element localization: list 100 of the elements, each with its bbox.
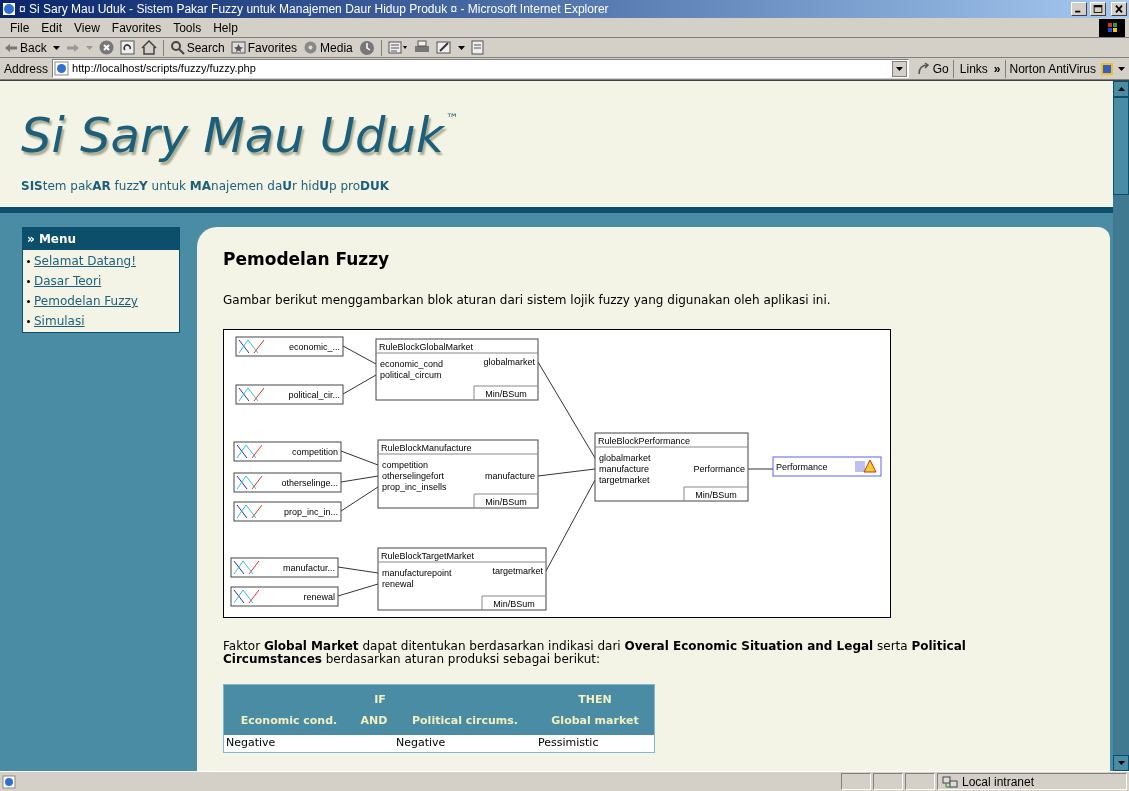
dropdown-arrow-icon[interactable] xyxy=(52,45,60,50)
edit-icon[interactable] xyxy=(435,40,452,55)
connector-line xyxy=(747,468,774,469)
rule-block-title: RuleBlockGlobalMarket xyxy=(379,341,474,352)
windows-logo-icon[interactable] xyxy=(1099,18,1125,37)
minimize-icon[interactable] xyxy=(1071,2,1087,16)
site-logo: Si Sary Mau Uduk xyxy=(21,106,444,165)
dropdown-arrow-icon[interactable] xyxy=(1118,66,1125,71)
rule-output-label: targetmarket xyxy=(492,565,543,576)
scroll-down-button[interactable] xyxy=(1113,755,1129,771)
search-icon xyxy=(169,40,185,55)
browser-icon[interactable] xyxy=(2,2,16,16)
back-button[interactable]: Back xyxy=(4,38,47,57)
page-heading: Pemodelan Fuzzy xyxy=(223,248,391,271)
variable-label: political_cir... xyxy=(288,389,340,400)
membership-function-icon xyxy=(233,560,260,574)
norton-icon[interactable] xyxy=(1100,61,1114,76)
sidebar-link[interactable]: Selamat Datang! xyxy=(34,252,136,270)
history-icon[interactable] xyxy=(358,39,375,56)
menu-item[interactable]: Tools xyxy=(167,18,208,37)
sidebar-link[interactable]: Simulasi xyxy=(34,312,85,330)
rule-input-label: targetmarket xyxy=(599,474,650,485)
rule-input-label: competition xyxy=(382,459,429,470)
method-label: Min/BSum xyxy=(485,496,527,507)
trademark-mark: ™ xyxy=(445,110,459,128)
mail-icon[interactable] xyxy=(387,40,408,55)
method-label: Min/BSum xyxy=(493,598,535,609)
bullet-icon xyxy=(27,299,30,303)
table-group-header: IF xyxy=(374,692,386,708)
dropdown-arrow-icon[interactable] xyxy=(457,45,465,50)
rule-input-label: otherselingefort xyxy=(382,470,445,481)
variable-label: renewal xyxy=(303,591,335,602)
address-field[interactable]: http://localhost/scripts/fuzzy/fuzzy.php xyxy=(52,59,909,78)
media-icon xyxy=(303,40,319,55)
rule-input-label: manufacture xyxy=(599,463,650,474)
membership-function-icon xyxy=(238,387,265,401)
site-tagline: SIStem pakAR fuzzY untuk MAnajemen daUr hidUp proDUK xyxy=(21,178,391,195)
connector-line xyxy=(340,486,379,511)
stop-icon[interactable] xyxy=(98,40,114,55)
intranet-icon[interactable] xyxy=(942,774,958,789)
sidebar-link[interactable]: Pemodelan Fuzzy xyxy=(34,292,138,310)
rule-output-label: globalmarket xyxy=(483,356,535,367)
home-icon[interactable] xyxy=(140,40,157,55)
refresh-icon[interactable] xyxy=(119,40,135,55)
membership-function-icon xyxy=(236,504,263,518)
column-header: Economic cond. xyxy=(240,713,338,730)
connector-line xyxy=(342,374,377,394)
menu-item[interactable]: View xyxy=(68,18,106,37)
rule-input-label: economic_cond xyxy=(380,358,444,369)
chevron-button[interactable]: » xyxy=(993,59,1006,78)
page-icon xyxy=(54,61,70,76)
column-header: Political circums. xyxy=(412,713,518,730)
dropdown-button[interactable] xyxy=(891,60,907,77)
search-button[interactable]: Search xyxy=(169,38,225,57)
table-group-header: THEN xyxy=(578,692,612,708)
zone-label: Local intranet xyxy=(962,773,1035,791)
status-pane xyxy=(841,773,871,790)
rule-input-label: renewal xyxy=(382,578,414,589)
rule-block-title: RuleBlockTargetMarket xyxy=(381,550,475,561)
sidebar-link[interactable]: Dasar Teori xyxy=(34,272,102,290)
variable-label: competition xyxy=(291,446,338,457)
norton-label: Norton AntiVirus xyxy=(1009,60,1096,78)
connector-line xyxy=(337,566,379,573)
scroll-up-button[interactable] xyxy=(1113,81,1129,97)
page-icon[interactable] xyxy=(2,774,16,789)
variable-label: otherselinge... xyxy=(281,477,338,488)
column-header: Global market xyxy=(551,713,639,730)
rule-input-label: manufacturepoint xyxy=(382,567,452,578)
media-button[interactable]: Media xyxy=(303,38,353,57)
menu-item[interactable]: Favorites xyxy=(105,18,168,37)
close-icon[interactable] xyxy=(1111,2,1127,16)
go-button[interactable]: Go xyxy=(912,59,954,78)
rule-output-label: Performance xyxy=(693,463,745,474)
rule-input-label: globalmarket xyxy=(599,452,651,463)
rule-block-title: RuleBlockManufacture xyxy=(381,442,472,453)
bullet-icon xyxy=(27,259,30,263)
connector-line xyxy=(340,475,379,482)
menu-item[interactable]: Help xyxy=(207,18,244,37)
sidebar-title: » Menu xyxy=(23,228,179,250)
variable-label: Performance xyxy=(776,461,828,472)
favorites-icon xyxy=(230,40,246,55)
status-pane xyxy=(905,773,935,790)
print-icon[interactable] xyxy=(413,40,430,55)
rule-block-title: RuleBlockPerformance xyxy=(598,435,691,446)
table-cell-text: Pessimistic xyxy=(538,734,599,751)
links-button[interactable]: Links xyxy=(957,59,990,78)
method-label: Min/BSum xyxy=(485,388,527,399)
menu-item[interactable]: Edit xyxy=(35,18,69,37)
go-arrow-icon xyxy=(916,61,931,76)
down-arrow-icon xyxy=(1117,761,1125,765)
scroll-thumb[interactable] xyxy=(1113,97,1129,195)
menu-item[interactable]: File xyxy=(4,18,36,37)
caret-icon xyxy=(895,66,903,71)
maximize-icon[interactable] xyxy=(1090,2,1106,16)
intro-text: Gambar berikut menggambarkan blok aturan dari sistem lojik fuzzy yang digunakan oleh aplikasi ini. xyxy=(223,291,832,309)
membership-function-icon xyxy=(233,589,260,603)
window-title: ¤ Si Sary Mau Uduk - Sistem Pakar Fuzzy untuk Manajemen Daur Hidup Produk ¤ - Microsoft Internet Explorer xyxy=(19,1,610,18)
description-text: Faktor Global Market dapat ditentukan berdasarkan indikasi dari Overal Economic Situation and Legal serta Political Circumstances berdasarkan aturan produksi sebagai berikut: xyxy=(223,639,967,666)
address-label: Address xyxy=(4,60,49,78)
favorites-button[interactable]: Favorites xyxy=(230,38,298,57)
